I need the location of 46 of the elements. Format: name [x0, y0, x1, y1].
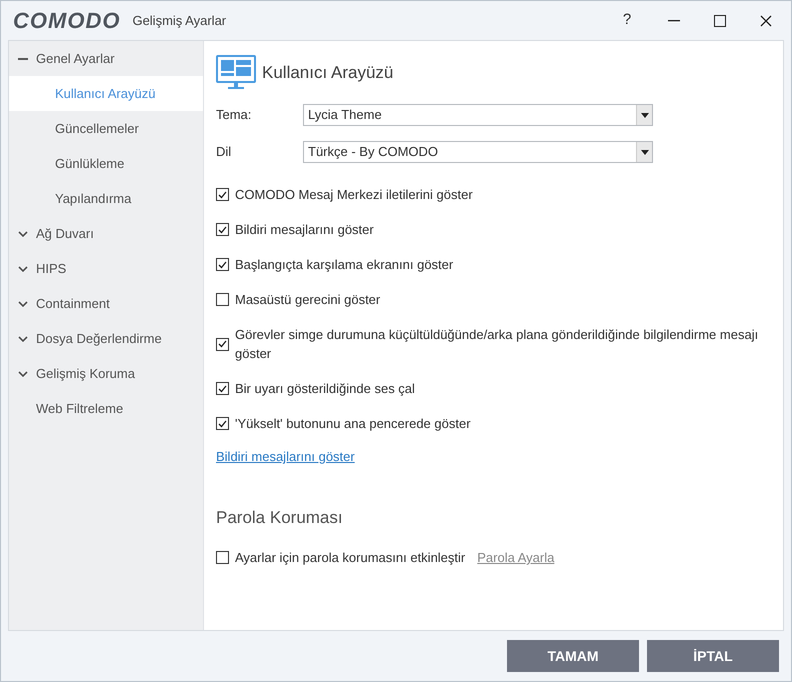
- sidebar-item[interactable]: Yapılandırma: [9, 181, 203, 216]
- option-label: Bir uyarı gösterildiğinde ses çal: [235, 380, 415, 398]
- option-label: Başlangıçta karşılama ekranını göster: [235, 256, 454, 274]
- sidebar-item[interactable]: Güncellemeler: [9, 111, 203, 146]
- field-label: Tema:: [216, 106, 252, 124]
- sidebar-item[interactable]: Containment: [9, 286, 203, 321]
- dropdown-arrow-icon: [640, 150, 648, 154]
- sidebar-item[interactable]: HIPS: [9, 251, 203, 286]
- option-label: 'Yükselt' butonunu ana pencerede göster: [235, 415, 471, 433]
- checkbox[interactable]: [216, 258, 229, 271]
- dropdown[interactable]: Lycia Theme: [303, 104, 653, 126]
- option-label: Masaüstü gerecini göster: [235, 291, 380, 309]
- option-label: COMODO Mesaj Merkezi iletilerini göster: [235, 186, 473, 204]
- help-button[interactable]: ?: [603, 6, 651, 36]
- close-icon: [760, 14, 772, 26]
- window-title: Gelişmiş Ayarlar: [132, 12, 226, 30]
- sidebar-item[interactable]: Dosya Değerlendirme: [9, 321, 203, 356]
- sidebar-item[interactable]: Günlükleme: [9, 146, 203, 181]
- section-title: Kullanıcı Arayüzü: [262, 62, 394, 84]
- section-title: Parola Koruması: [216, 506, 344, 528]
- checkbox[interactable]: [216, 551, 229, 564]
- monitor-icon: [216, 55, 256, 91]
- sidebar-item[interactable]: Ağ Duvarı: [9, 216, 203, 251]
- checkbox[interactable]: [216, 223, 229, 236]
- checkbox[interactable]: [216, 338, 229, 350]
- maximize-icon: [714, 14, 726, 26]
- sidebar-item[interactable]: Web Filtreleme: [9, 391, 203, 426]
- checkbox[interactable]: [216, 188, 229, 201]
- set-password-link[interactable]: Parola Ayarla: [477, 548, 554, 568]
- minimize-icon: [668, 20, 680, 22]
- checkbox[interactable]: [216, 382, 229, 395]
- option-label: Bildiri mesajlarını göster: [235, 221, 374, 239]
- dropdown-arrow-icon: [640, 112, 648, 118]
- checkbox[interactable]: [216, 293, 229, 306]
- option-label: Görevler simge durumuna küçültüldüğünde/arka plana gönderildiğinde bilgilendirme mesajı göster: [235, 326, 760, 363]
- option-label: Ayarlar için parola korumasını etkinleştir: [235, 549, 466, 567]
- dropdown[interactable]: Türkçe - By COMODO: [303, 141, 653, 163]
- comodo-logo: COMODO: [13, 7, 120, 35]
- checkbox[interactable]: [216, 417, 229, 430]
- sidebar-item[interactable]: Gelişmiş Koruma: [9, 356, 203, 391]
- ok-button[interactable]: TAMAM: [507, 640, 639, 672]
- cancel-button[interactable]: İPTAL: [647, 640, 779, 672]
- field-label: Dil: [216, 143, 232, 162]
- sidebar-item[interactable]: Genel Ayarlar: [9, 41, 203, 76]
- sidebar-item[interactable]: Kullanıcı Arayüzü: [9, 76, 203, 111]
- notification-link[interactable]: Bildiri mesajlarını göster: [216, 447, 355, 466]
